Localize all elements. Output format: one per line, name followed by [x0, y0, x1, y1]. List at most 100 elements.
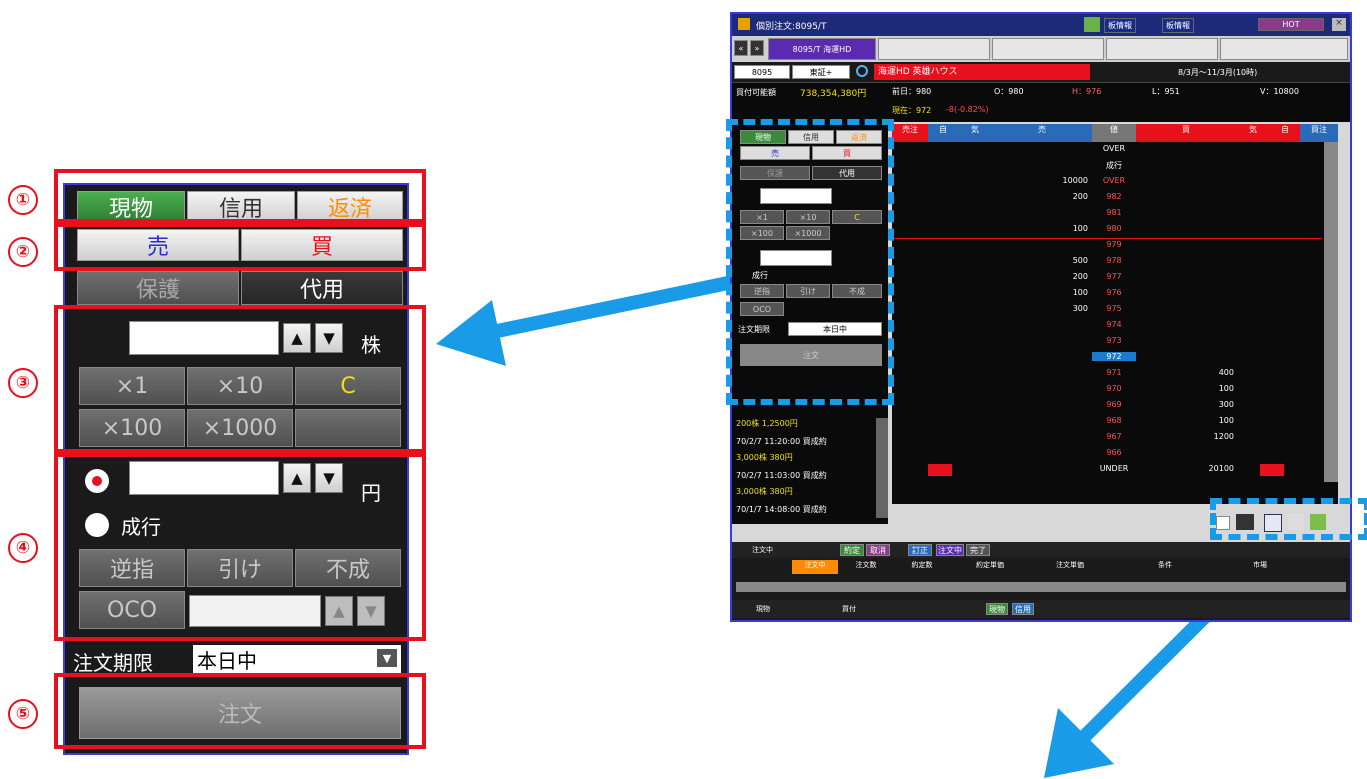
board-price: 971: [1106, 368, 1122, 377]
board-price: 977: [1106, 272, 1122, 281]
stock-name: 海運HD 英雄ハウス: [874, 64, 1090, 80]
board-row[interactable]: 200 977: [892, 270, 1322, 286]
board-buy-qty: 20100: [1208, 464, 1234, 473]
price-change: -8(-0.82%): [946, 105, 989, 114]
history-item-2: 3,000株 380円: [736, 453, 793, 462]
market-select[interactable]: 東証+: [792, 65, 850, 79]
board-row[interactable]: OVER: [892, 142, 1322, 158]
title-btn-2[interactable]: 板情報: [1162, 18, 1194, 33]
board-buy-qty: 100: [1218, 384, 1234, 393]
highlight-order-pane: [726, 119, 894, 405]
buy-marker[interactable]: [1260, 464, 1284, 476]
history-scrollbar[interactable]: [876, 418, 888, 518]
board-price: UNDER: [1099, 464, 1129, 473]
board-row[interactable]: 971 400: [892, 366, 1322, 382]
board-header: 売注 自 気 売 値 買 気 自 買注: [892, 124, 1338, 142]
footer-btn-margin[interactable]: 信用: [1012, 603, 1034, 615]
app-icon: [738, 18, 750, 30]
board-sell-qty: 100: [1072, 224, 1088, 233]
history-item-3: 70/2/7 11:03:00 買成約: [736, 471, 827, 480]
board-price: 976: [1106, 288, 1122, 297]
order-list: 注文中 約定 取消 訂正 注文中 完了 注文中 注文数 約定数 約定単価 注文単…: [732, 542, 1350, 620]
title-btn-1[interactable]: 板情報: [1104, 18, 1136, 33]
quote-low: L：951: [1152, 87, 1180, 96]
board-price: 973: [1106, 336, 1122, 345]
bottom-tab-cancel[interactable]: 取消: [866, 544, 890, 556]
board-price: 979: [1106, 240, 1122, 249]
board-row[interactable]: 969 300: [892, 398, 1322, 414]
quote-volume: V：10800: [1260, 87, 1299, 96]
board-row[interactable]: 10000 OVER: [892, 174, 1322, 190]
highlight-tool-icons: [1210, 498, 1367, 540]
board-scrollbar[interactable]: [1324, 142, 1338, 482]
board-row[interactable]: 973: [892, 334, 1322, 350]
empty-tab-2[interactable]: [992, 38, 1104, 60]
stock-tab[interactable]: 8095/T 海運HD: [768, 38, 876, 60]
board-row[interactable]: 981: [892, 206, 1322, 222]
order-list-header: 注文中 注文数 約定数 約定単価 注文単価 条件 市場: [792, 560, 1342, 574]
buying-power: 738,354,380円: [800, 89, 867, 99]
board-sell-qty: 10000: [1062, 176, 1088, 185]
title-bar: 個別注文:8095/T 板情報 板情報 HOT ×: [732, 14, 1350, 36]
board-price: 966: [1106, 448, 1122, 457]
board-row[interactable]: 500 978: [892, 254, 1322, 270]
quote-high: H：976: [1072, 87, 1102, 96]
empty-tab-4[interactable]: [1220, 38, 1348, 60]
next-icon[interactable]: »: [750, 40, 764, 56]
close-icon[interactable]: ×: [1332, 18, 1346, 31]
order-board: 売注 自 気 売 値 買 気 自 買注 OVER 成行 10000 OVER 200 98…: [892, 124, 1338, 504]
footer-btn-spot[interactable]: 現物: [986, 603, 1008, 615]
history-item-1: 70/2/7 11:20:00 買成約: [736, 437, 827, 446]
board-price: 969: [1106, 400, 1122, 409]
board-buy-qty: 300: [1218, 400, 1234, 409]
bottom-tab-pending[interactable]: 注文中: [936, 544, 964, 556]
board-row[interactable]: 966: [892, 446, 1322, 462]
board-price: 成行: [1106, 161, 1122, 170]
order-list-tabs: 注文中 約定 取消 訂正 注文中 完了: [732, 542, 1350, 558]
board-row[interactable]: 970 100: [892, 382, 1322, 398]
board-rows: OVER 成行 10000 OVER 200 982 981 100 980 979 500 978 2…: [892, 142, 1322, 482]
board-price: 975: [1106, 304, 1122, 313]
current-price: 現在：972: [892, 106, 932, 115]
bottom-tab-executed[interactable]: 約定: [840, 544, 864, 556]
info-rows: 買付可能額 738,354,380円 前日：980 O：980 H：976 L：…: [732, 82, 1350, 122]
board-row[interactable]: 100 980: [892, 222, 1322, 238]
board-price: 967: [1106, 432, 1122, 441]
board-buy-qty: 100: [1218, 416, 1234, 425]
quote-open: O：980: [994, 87, 1024, 96]
board-row[interactable]: 967 1200: [892, 430, 1322, 446]
board-row[interactable]: 200 982: [892, 190, 1322, 206]
board-row[interactable]: UNDER 20100: [892, 462, 1322, 478]
board-row[interactable]: 100 976: [892, 286, 1322, 302]
board-price: OVER: [1102, 144, 1126, 153]
bottom-tab-complete[interactable]: 完了: [966, 544, 990, 556]
date-range: 8/3月〜11/3月(10時): [1178, 68, 1258, 77]
prev-icon[interactable]: «: [734, 40, 748, 56]
code-input[interactable]: 8095: [734, 65, 790, 79]
hot-button[interactable]: HOT: [1258, 18, 1324, 31]
board-row[interactable]: 979: [892, 238, 1322, 254]
history-item-5: 70/1/7 14:08:00 買成約: [736, 505, 827, 514]
board-sell-qty: 200: [1072, 272, 1088, 281]
board-row[interactable]: 300 975: [892, 302, 1322, 318]
board-row[interactable]: 成行: [892, 158, 1322, 174]
empty-tab-3[interactable]: [1106, 38, 1218, 60]
sell-marker[interactable]: [928, 464, 952, 476]
board-price: 980: [1106, 224, 1122, 233]
board-row[interactable]: 972: [892, 350, 1322, 366]
bottom-tab-modify[interactable]: 訂正: [908, 544, 932, 556]
quote-prev: 前日：980: [892, 87, 932, 96]
board-sell-qty: 100: [1072, 288, 1088, 297]
board-price: 981: [1106, 208, 1122, 217]
board-row[interactable]: 974: [892, 318, 1322, 334]
arrow-to-panel: [436, 276, 735, 366]
board-sell-qty: 300: [1072, 304, 1088, 313]
empty-tab-1[interactable]: [878, 38, 990, 60]
history-item-4: 3,000株 380円: [736, 487, 793, 496]
order-list-scrollbar[interactable]: [736, 582, 1346, 592]
board-icon: [1084, 17, 1100, 32]
window-title: 個別注文:8095/T: [756, 22, 827, 32]
board-price: 972: [1092, 352, 1136, 361]
search-icon[interactable]: [856, 65, 868, 77]
board-row[interactable]: 968 100: [892, 414, 1322, 430]
